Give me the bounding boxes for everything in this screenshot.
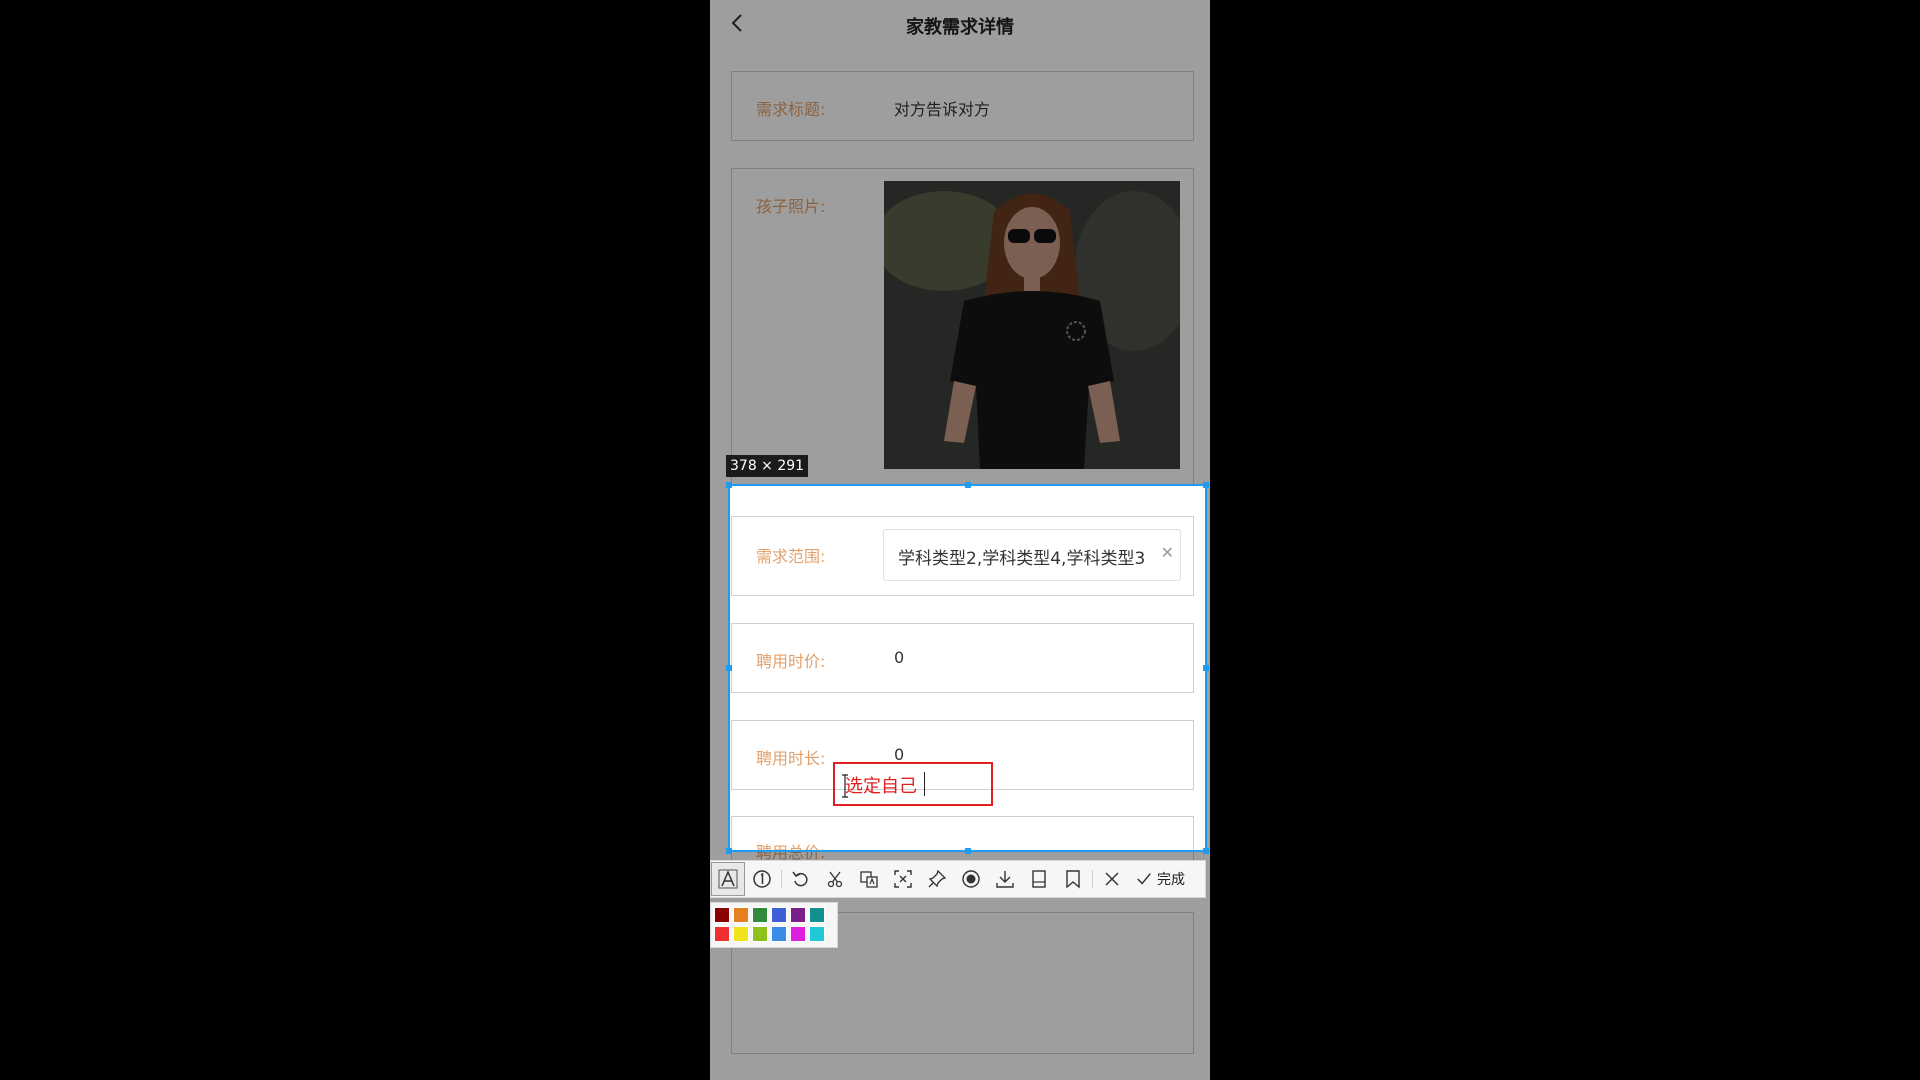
color-swatch-magenta[interactable] [790, 926, 806, 942]
record-icon [962, 870, 980, 888]
number-tool-button[interactable] [745, 862, 779, 896]
undo-button[interactable] [784, 862, 818, 896]
download-button[interactable] [988, 862, 1022, 896]
color-swatch-blue[interactable] [771, 907, 787, 923]
color-swatch-yellow[interactable] [733, 926, 749, 942]
done-button[interactable]: 完成 [1129, 862, 1191, 896]
color-swatch-dark-red[interactable] [714, 907, 730, 923]
color-palette [710, 902, 838, 948]
save-icon [1032, 870, 1046, 888]
download-icon [996, 871, 1014, 888]
color-swatch-purple[interactable] [790, 907, 806, 923]
text-icon [718, 869, 738, 889]
resize-handle[interactable] [726, 482, 732, 488]
ibeam-cursor-icon [842, 774, 848, 798]
bookmark-icon [1066, 870, 1080, 889]
ocr-icon [894, 870, 912, 888]
resize-handle[interactable] [1203, 665, 1209, 671]
pin-button[interactable] [920, 862, 954, 896]
cancel-button[interactable] [1095, 862, 1129, 896]
resize-handle[interactable] [726, 665, 732, 671]
resize-handle[interactable] [965, 848, 971, 854]
resize-handle[interactable] [1203, 482, 1209, 488]
resize-handle[interactable] [726, 848, 732, 854]
check-icon [1137, 873, 1151, 885]
record-button[interactable] [954, 862, 988, 896]
ocr-button[interactable] [886, 862, 920, 896]
color-swatch-teal[interactable] [809, 907, 825, 923]
color-swatch-lime[interactable] [752, 926, 768, 942]
color-swatch-cyan[interactable] [809, 926, 825, 942]
color-swatch-orange[interactable] [733, 907, 749, 923]
undo-icon [792, 871, 808, 887]
resize-handle[interactable] [1203, 848, 1209, 854]
desktop: 家教需求详情 需求标题: 对方告诉对方 孩子照片: 需求范围: 学科类型2,学科… [0, 0, 1920, 1080]
text-tool-button[interactable] [711, 862, 745, 896]
screenshot-toolbar: 完成 [710, 860, 1206, 898]
toolbar-divider [781, 870, 782, 888]
scissors-icon [827, 871, 843, 888]
selection-size-label: 378 × 291 [726, 455, 809, 477]
toolbar-divider [1092, 870, 1093, 888]
color-swatch-red[interactable] [714, 926, 730, 942]
text-annotation-value: 选定自己 [845, 776, 917, 797]
bookmark-button[interactable] [1056, 862, 1090, 896]
text-caret [924, 772, 925, 796]
color-swatch-light-blue[interactable] [771, 926, 787, 942]
translate-button[interactable] [852, 862, 886, 896]
translate-icon [860, 871, 878, 888]
cut-button[interactable] [818, 862, 852, 896]
close-icon [1105, 872, 1119, 886]
save-button[interactable] [1022, 862, 1056, 896]
number-icon [753, 870, 771, 888]
resize-handle[interactable] [965, 482, 971, 488]
color-swatch-green[interactable] [752, 907, 768, 923]
pin-icon [928, 869, 947, 888]
text-annotation-box[interactable]: 选定自己 [833, 762, 993, 806]
done-button-label: 完成 [1157, 872, 1185, 888]
dim-overlay-top [710, 0, 1210, 484]
